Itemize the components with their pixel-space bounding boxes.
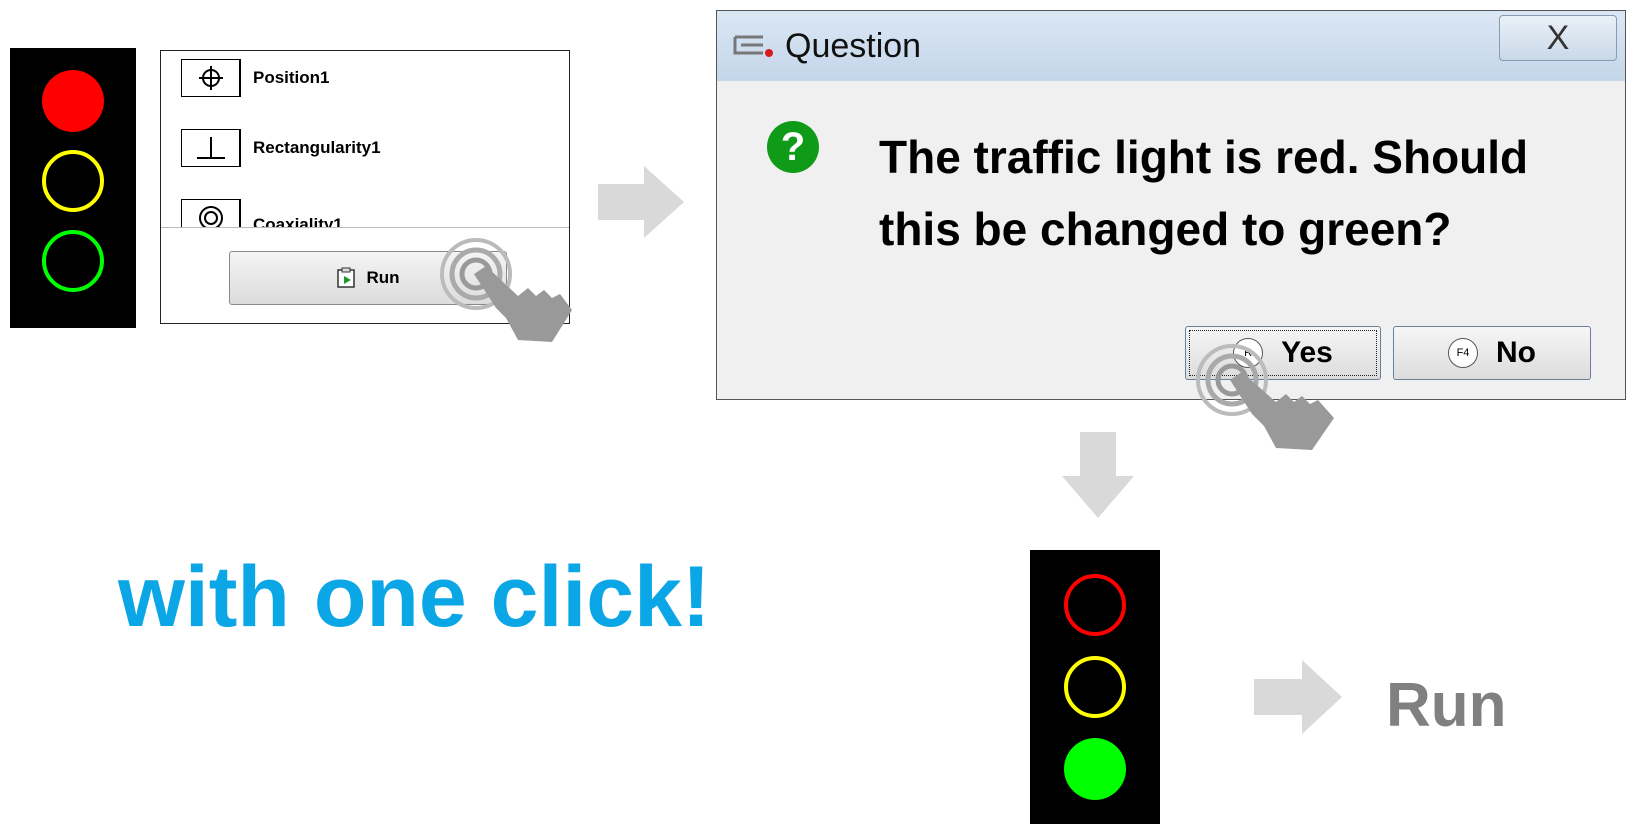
question-icon: ? — [767, 121, 819, 173]
feature-label: Position1 — [253, 68, 330, 87]
run-button-label: Run — [366, 268, 400, 287]
run-program-icon — [337, 267, 356, 288]
feature-item-rectangularity[interactable]: Rectangularity1 — [181, 129, 381, 167]
close-button[interactable]: X — [1499, 15, 1617, 61]
coaxiality-symbol-icon — [181, 199, 241, 227]
traffic-light-before — [10, 48, 136, 328]
question-dialog: Question X ? The traffic light is red. S… — [716, 10, 1626, 400]
result-run-label: Run — [1386, 671, 1507, 740]
dialog-title: Question — [785, 27, 922, 65]
red-lamp-on — [42, 70, 104, 132]
position-symbol-icon — [181, 59, 241, 97]
yellow-lamp-off — [1064, 656, 1126, 718]
feature-label: Coaxiality1 — [253, 215, 343, 227]
panel-divider — [161, 227, 569, 228]
traffic-light-after — [1030, 550, 1160, 824]
feature-label: Rectangularity1 — [253, 138, 381, 157]
feature-item-coaxiality[interactable]: Coaxiality1 — [181, 197, 343, 227]
no-button-label: No — [1496, 336, 1536, 369]
dialog-body: ? The traffic light is red. Should this … — [727, 81, 1615, 389]
red-lamp-off — [1064, 574, 1126, 636]
app-logo-icon — [733, 35, 773, 57]
no-button[interactable]: F4 No — [1393, 326, 1591, 380]
key-f4-icon: F4 — [1448, 338, 1478, 368]
green-lamp-off — [42, 230, 104, 292]
dialog-message: The traffic light is red. Should this be… — [879, 121, 1599, 265]
message-line-1: The traffic light is red. Should — [879, 131, 1529, 183]
close-icon: X — [1546, 18, 1570, 57]
feature-item-position[interactable]: Position1 — [181, 59, 330, 97]
arrow-right-icon — [1254, 660, 1342, 734]
click-hand-icon — [440, 238, 572, 342]
yellow-lamp-off — [42, 150, 104, 212]
message-line-2: this be changed to green? — [879, 203, 1452, 255]
click-hand-icon — [1196, 344, 1334, 450]
dialog-titlebar: Question X — [717, 11, 1625, 81]
arrow-right-icon — [598, 166, 684, 238]
arrow-down-icon — [1062, 432, 1134, 518]
slogan-text: with one click! — [118, 549, 711, 645]
green-lamp-on — [1064, 738, 1126, 800]
rectangularity-symbol-icon — [181, 129, 241, 167]
